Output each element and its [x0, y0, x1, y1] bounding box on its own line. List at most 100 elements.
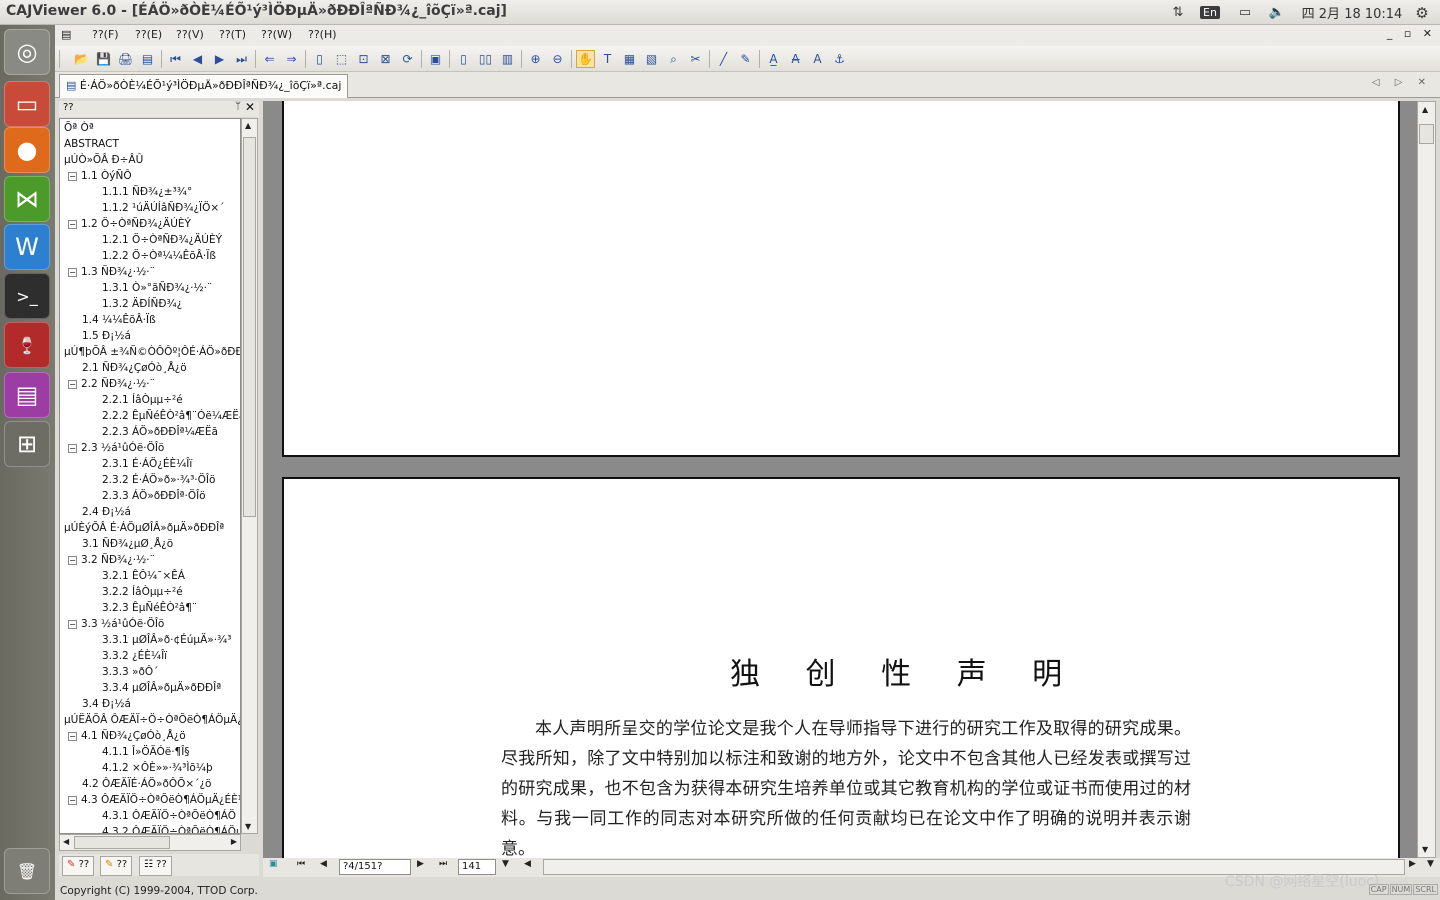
- tab-bookmarks[interactable]: ✎ ??: [62, 856, 95, 876]
- line-tool-icon[interactable]: ╱: [714, 50, 733, 68]
- launcher-trash[interactable]: 🗑: [4, 848, 50, 894]
- toc-item[interactable]: 2.3.2 É·ÁÖ»ð»·¾³·ÖÎö: [102, 474, 215, 490]
- scroll-right-arrow-icon[interactable]: ▶: [231, 837, 237, 846]
- next-page-icon[interactable]: ▶: [417, 859, 424, 869]
- table-select-icon[interactable]: ▦: [620, 50, 639, 68]
- zoom-field[interactable]: 141: [458, 859, 496, 875]
- image-icon[interactable]: ▣: [426, 50, 445, 68]
- launcher-wine[interactable]: 🍷: [4, 322, 50, 368]
- collapse-toggle-icon[interactable]: −: [68, 171, 77, 181]
- zoom-dropdown-icon[interactable]: ▼: [502, 859, 509, 869]
- toc-item[interactable]: 1.4 ¼¼ÊõÂ·Ïß: [82, 314, 156, 330]
- toc-item[interactable]: 3.2.2 ÍâÒµµ÷²é: [102, 586, 183, 602]
- launcher-xmind[interactable]: ⋈: [4, 176, 50, 222]
- toc-item[interactable]: 1.1.2 ¹úÄÚÍâÑÐ¾¿ÏÖ×´: [102, 202, 224, 218]
- tab-annotations[interactable]: ✎ ??: [100, 856, 133, 876]
- menu-file[interactable]: ??(F): [92, 28, 119, 41]
- zoom-out-icon[interactable]: ⊖: [548, 50, 567, 68]
- toc-item[interactable]: 3.1 ÑÐ¾¿µØ¸Å¿ö: [82, 538, 173, 554]
- scroll-left-arrow-icon[interactable]: ◀: [524, 859, 531, 869]
- document-vertical-scrollbar[interactable]: ▲ ▼: [1417, 101, 1436, 858]
- toc-horizontal-scrollbar[interactable]: ◀ ▶: [59, 834, 241, 851]
- tab-navigation[interactable]: ◁ ▷ ✕: [1372, 77, 1432, 88]
- toc-item[interactable]: ABSTRACT: [64, 138, 119, 154]
- view-mode-icon[interactable]: ▣: [269, 859, 278, 869]
- document-scroll-thumb[interactable]: [1419, 124, 1434, 144]
- zoom-in-icon[interactable]: ⊕: [526, 50, 545, 68]
- hand-tool-icon[interactable]: ✋: [576, 50, 595, 68]
- document-view[interactable]: 独 创 性 声 明 本人声明所呈交的学位论文是我个人在导师指导下进行的研究工作及…: [263, 101, 1417, 858]
- toc-item[interactable]: 4.2 ÔÆÄÏÉ·ÁÖ»ðÔÕ×´¿ö: [82, 778, 211, 794]
- text-select-icon[interactable]: T: [598, 50, 617, 68]
- toc-item[interactable]: 3.4 Ð¡½á: [82, 698, 131, 714]
- toc-item[interactable]: µÚËÄÕÂ ÔÆÄÏ÷Ö÷ÒªÕëÒ¶ÁÖµÄ¿ÉÈ: [64, 714, 240, 730]
- collapse-toggle-icon[interactable]: −: [68, 219, 77, 229]
- first-page-icon[interactable]: ⏮: [166, 50, 185, 68]
- toc-item[interactable]: −2.2 ÑÐ¾¿·½·¨: [68, 378, 155, 394]
- previous-page-icon[interactable]: ◀: [188, 50, 207, 68]
- toc-item[interactable]: 2.3.1 É·ÁÖ¿ÉÈ¼Îï: [102, 458, 192, 474]
- underline-icon[interactable]: A̲: [764, 50, 783, 68]
- launcher-firefox[interactable]: ●: [4, 127, 50, 173]
- single-page-icon[interactable]: ▯: [310, 50, 329, 68]
- toc-item[interactable]: −1.3 ÑÐ¾¿·½·¨: [68, 266, 155, 282]
- launcher-dash-home[interactable]: ◎: [4, 29, 50, 75]
- menu-edit[interactable]: ??(E): [135, 28, 162, 41]
- text-note-icon[interactable]: A: [808, 50, 827, 68]
- highlight-pen-icon[interactable]: ✎: [736, 50, 755, 68]
- open-folder-icon[interactable]: 📂: [72, 50, 91, 68]
- menu-tools[interactable]: ??(T): [219, 28, 246, 41]
- toc-item[interactable]: 2.2.2 ÊµÑéÊÒ²â¶¨Óë¼ÆËã: [102, 410, 240, 426]
- toc-item[interactable]: −4.1 ÑÐ¾¿ÇøÓò¸Å¿ö: [68, 730, 186, 746]
- collapse-toggle-icon[interactable]: −: [68, 443, 77, 453]
- toc-hscroll-thumb[interactable]: [74, 836, 170, 849]
- battery-icon[interactable]: ▭: [1232, 3, 1258, 22]
- toc-item[interactable]: 4.3.1 ÔÆÄÏÖ÷ÒªÕëÒ¶ÁÖ: [102, 810, 236, 826]
- first-page-icon[interactable]: ⏮: [297, 859, 305, 869]
- window-controls[interactable]: _ ▫ ✕: [1387, 27, 1436, 40]
- menu-help[interactable]: ??(H): [308, 28, 337, 41]
- last-page-icon[interactable]: ⏭: [232, 50, 251, 68]
- toc-item[interactable]: 3.3.1 µØÎÂ»ð·¢ÉúµÄ»·¾³: [102, 634, 231, 650]
- tab-outline[interactable]: ☷ ??: [139, 856, 172, 876]
- toc-item[interactable]: µÚÈýÕÂ É·ÁÖµØÎÂ»ðµÄ»ðÐÐÎª: [64, 522, 224, 538]
- collapse-toggle-icon[interactable]: −: [68, 619, 77, 629]
- launcher-wps-writer[interactable]: W: [4, 224, 50, 270]
- app-menu-icon[interactable]: ▤: [61, 28, 71, 41]
- toc-item[interactable]: 1.1.1 ÑÐ¾¿±³¾°: [102, 186, 192, 202]
- page-number-field[interactable]: ?4/151?: [339, 859, 411, 875]
- fit-width-icon[interactable]: ⬚: [332, 50, 351, 68]
- image-select-icon[interactable]: ▧: [642, 50, 661, 68]
- collapse-toggle-icon[interactable]: −: [68, 795, 77, 805]
- toc-item[interactable]: 2.3.3 ÁÖ»ðÐÐÎª·ÖÎö: [102, 490, 206, 506]
- scroll-right-arrow-icon[interactable]: ▶: [1409, 859, 1416, 869]
- toc-item[interactable]: −2.3 ½á¹ûÓë·ÖÎö: [68, 442, 164, 458]
- toc-vertical-scrollbar[interactable]: ▲ ▼: [241, 118, 258, 834]
- scroll-up-arrow-icon[interactable]: ▲: [1422, 105, 1428, 114]
- print-preview-icon[interactable]: ▤: [138, 50, 157, 68]
- toc-item[interactable]: 3.3.4 µØÎÂ»ðµÄ»ðÐÐÎª: [102, 682, 221, 698]
- tab-document[interactable]: ▤ É·ÁÖ»ðÒÈ¼ÉÕ¹ý³ÌÖÐµÄ»ðÐÐÎªÑÐ¾¿_îõÇï»ª.c…: [59, 74, 349, 98]
- toc-item[interactable]: µÚ¶þÕÂ ±¾Ñ©ÒÔÔº¦ÔÉ·ÁÖ»ðÐÐÎ: [64, 346, 240, 362]
- collapse-toggle-icon[interactable]: −: [68, 731, 77, 741]
- page-layout-double-icon[interactable]: ▯▯: [476, 50, 495, 68]
- toc-item[interactable]: −1.2 Ö÷ÒªÑÐ¾¿ÄÚÈÝ: [68, 218, 191, 234]
- toc-item[interactable]: −3.2 ÑÐ¾¿·½·¨: [68, 554, 155, 570]
- volume-icon[interactable]: 🔈: [1266, 3, 1288, 22]
- ocr-icon[interactable]: ⌕: [664, 50, 683, 68]
- toc-item[interactable]: 4.3.2 ÔÆÄÏÖ÷ÒªÕëÒ¶ÁÖµ: [102, 826, 240, 833]
- anchor-icon[interactable]: ⚓: [830, 50, 849, 68]
- gear-icon[interactable]: ⚙: [1411, 3, 1433, 22]
- toc-item[interactable]: −1.1 ÒýÑÔ: [68, 170, 132, 186]
- toc-item[interactable]: 1.3.2 ÄÐÍÑÐ¾¿: [102, 298, 182, 314]
- toc-item[interactable]: −3.3 ½á¹ûÓë·ÖÎö: [68, 618, 164, 634]
- toc-item[interactable]: 4.1.1 Î»ÖÃÓë·¶Î§: [102, 746, 190, 762]
- scroll-up-arrow-icon[interactable]: ▲: [245, 121, 251, 130]
- toc-item[interactable]: 2.2.3 ÁÖ»ðÐÐÎª¼ÆËã: [102, 426, 218, 442]
- actual-size-icon[interactable]: ⊠: [376, 50, 395, 68]
- toc-item[interactable]: 3.3.3 »ðÔ´: [102, 666, 158, 682]
- launcher-media-app[interactable]: ▤: [4, 372, 50, 418]
- launcher-workspace-switcher[interactable]: ⊞: [4, 421, 50, 467]
- menu-window[interactable]: ??(W): [261, 28, 292, 41]
- toc-item[interactable]: −4.3 ÔÆÄÏÖ÷ÒªÕëÒ¶ÁÖµÄ¿ÉÈ¼Îï: [68, 794, 240, 810]
